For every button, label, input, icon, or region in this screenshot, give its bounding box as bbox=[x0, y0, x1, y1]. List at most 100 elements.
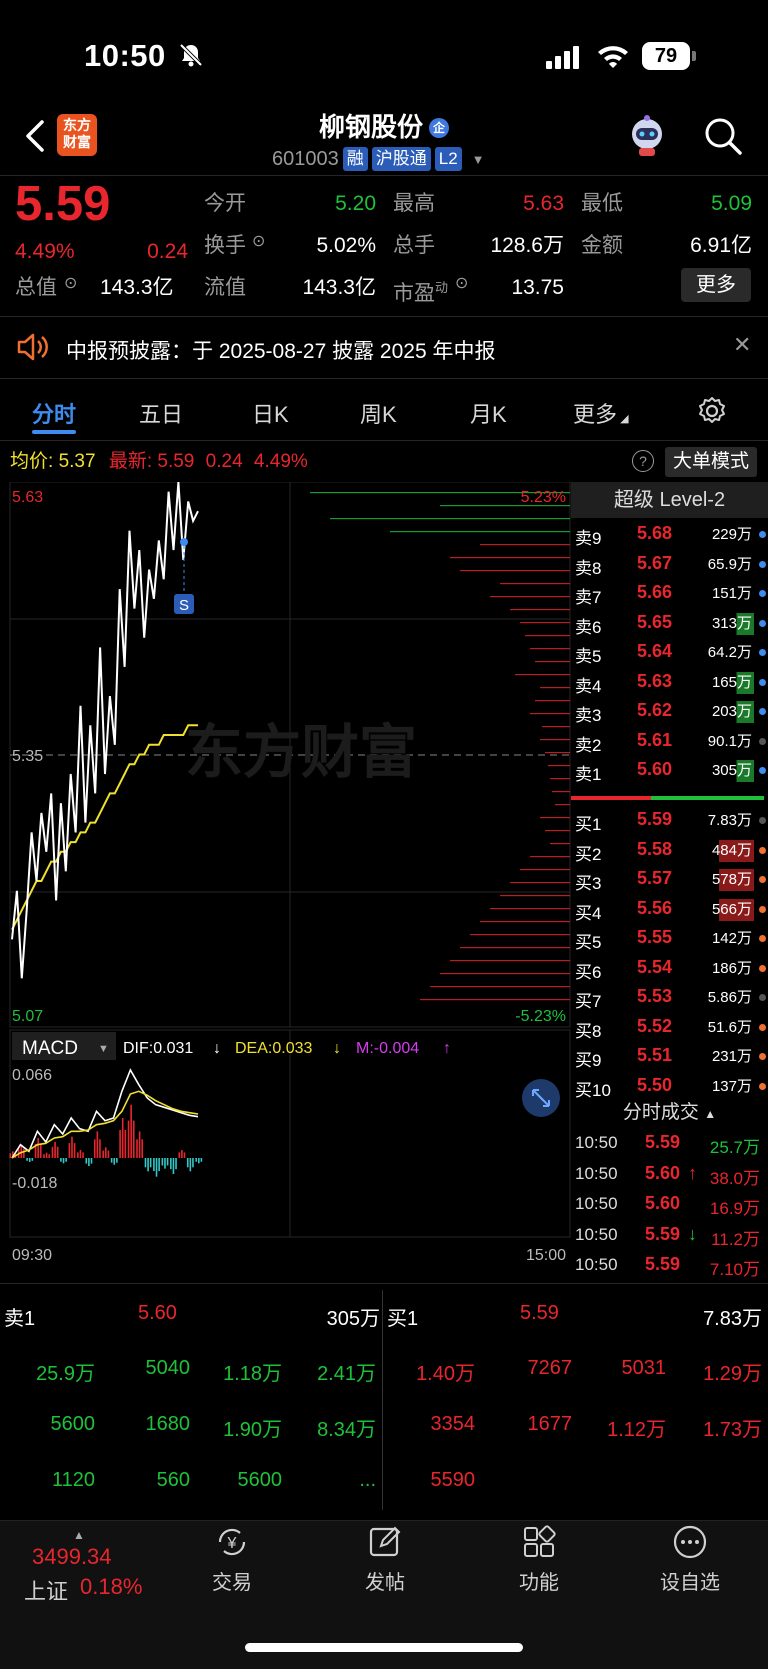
ask-row[interactable]: 卖7 5.66 151万 bbox=[571, 579, 768, 608]
ask-row[interactable]: 卖2 5.61 90.1万 bbox=[571, 727, 768, 756]
pe-label: 市盈 bbox=[393, 282, 435, 305]
pct-top-label: 5.23% bbox=[521, 489, 566, 506]
time-end-label: 15:00 bbox=[526, 1247, 566, 1262]
macd-dif: DIF:0.031 bbox=[123, 1040, 193, 1057]
index-value[interactable]: 3499.34 bbox=[32, 1544, 112, 1570]
notice-text: 中报预披露：于 2025-08-27 披露 2025 年中报 bbox=[66, 340, 496, 363]
level-volume: 186万 bbox=[711, 959, 752, 977]
depth-bar bbox=[490, 596, 570, 598]
depth-bar bbox=[555, 804, 570, 806]
bid-row[interactable]: 买5 5.55 142万 bbox=[571, 924, 768, 953]
volume-label: 总手 bbox=[393, 234, 435, 257]
close-icon[interactable]: ✕ bbox=[733, 332, 751, 358]
tab-monthly-k[interactable]: 月K bbox=[470, 397, 507, 429]
queue-sell-item: 560 bbox=[156, 1469, 190, 1491]
margin-tag: 融 bbox=[342, 147, 368, 171]
macd-bar bbox=[77, 1152, 79, 1158]
level-volume: 231万 bbox=[711, 1048, 752, 1065]
macd-bar bbox=[121, 1118, 124, 1158]
trades-title-label: 分时成交 bbox=[622, 1102, 699, 1123]
info-circle-icon[interactable]: ⊙ bbox=[64, 273, 77, 293]
level-volume: 305万 bbox=[709, 760, 754, 782]
level-volume: 7.83万 bbox=[707, 812, 752, 829]
queue-buy-item: 5031 bbox=[621, 1357, 667, 1379]
trade-marker bbox=[180, 538, 188, 546]
level-dot bbox=[759, 678, 766, 686]
level-label: 买6 bbox=[575, 962, 602, 982]
info-circle-icon[interactable]: ⊙ bbox=[252, 231, 265, 251]
help-icon[interactable]: ? bbox=[632, 450, 654, 472]
tab-daily-k[interactable]: 日K bbox=[252, 397, 289, 429]
level-volume: 313万 bbox=[709, 612, 754, 635]
bid-row[interactable]: 买8 5.52 51.6万 bbox=[571, 1013, 768, 1042]
depth-bar bbox=[542, 726, 570, 728]
more-button[interactable]: 更多 bbox=[681, 268, 751, 302]
nav-post[interactable]: 发帖 bbox=[325, 1524, 445, 1595]
tab-five-day[interactable]: 五日 bbox=[139, 397, 183, 429]
macd-bar bbox=[28, 1158, 31, 1162]
search-icon[interactable] bbox=[703, 116, 743, 156]
notice-bar[interactable]: 中报预披露：于 2025-08-27 披露 2025 年中报 ✕ bbox=[0, 318, 768, 376]
queue-sell-label: 卖1 bbox=[4, 1308, 36, 1330]
level-volume: 484万 bbox=[709, 839, 754, 862]
bid-row[interactable]: 买9 5.51 231万 bbox=[571, 1042, 768, 1071]
nav-post-label: 发帖 bbox=[365, 1572, 405, 1594]
robot-assistant-icon[interactable] bbox=[625, 114, 669, 158]
index-pct[interactable]: 0.18% bbox=[80, 1574, 142, 1600]
stock-code-row[interactable]: 601003 融 沪股通 L2 ▼ bbox=[272, 146, 485, 172]
bid-row[interactable]: 买7 5.53 5.86万 bbox=[571, 983, 768, 1012]
bid-row[interactable]: 买6 5.54 186万 bbox=[571, 954, 768, 983]
bid-row[interactable]: 买2 5.58 484万 bbox=[571, 836, 768, 865]
macd-bar bbox=[175, 1158, 177, 1170]
ask-row[interactable]: 卖8 5.67 65.9万 bbox=[571, 550, 768, 579]
level2-title[interactable]: 超级 Level-2 bbox=[571, 482, 768, 518]
level-price: 5.59 bbox=[637, 809, 673, 829]
bid-row[interactable]: 买3 5.57 578万 bbox=[571, 865, 768, 894]
trade-volume: 11.2万 bbox=[711, 1229, 760, 1249]
macd-bar bbox=[113, 1158, 116, 1165]
trade-icon: ¥ bbox=[218, 1528, 246, 1556]
ask-row[interactable]: 卖1 5.60 305万 bbox=[571, 756, 768, 785]
macd-m: M:-0.004 bbox=[356, 1040, 419, 1057]
tab-intraday[interactable]: 分时 bbox=[32, 397, 76, 429]
trades-title[interactable]: 分时成交 ▲ bbox=[571, 1097, 768, 1127]
macd-bar bbox=[183, 1152, 186, 1158]
ask-row[interactable]: 卖5 5.64 64.2万 bbox=[571, 638, 768, 667]
nav-watchlist[interactable]: 设自选 bbox=[630, 1524, 750, 1595]
queue-buy-item: 5590 bbox=[430, 1469, 476, 1491]
info-circle-icon[interactable]: ⊙ bbox=[455, 273, 468, 293]
gear-icon[interactable] bbox=[697, 396, 727, 426]
tab-weekly-k[interactable]: 周K bbox=[360, 397, 397, 429]
ask-row[interactable]: 卖3 5.62 203万 bbox=[571, 697, 768, 726]
nav-trade[interactable]: ¥ 交易 bbox=[172, 1524, 292, 1595]
level-volume: 142万 bbox=[711, 930, 752, 947]
level-dot bbox=[759, 708, 766, 715]
ask-row[interactable]: 卖9 5.68 229万 bbox=[571, 520, 768, 549]
level-volume: 51.6万 bbox=[707, 1018, 752, 1036]
big-order-mode-button[interactable]: 大单模式 bbox=[665, 447, 757, 477]
level-price: 5.63 bbox=[637, 670, 673, 691]
amount-label: 金额 bbox=[581, 234, 623, 257]
depth-bar bbox=[510, 609, 570, 611]
depth-bar bbox=[390, 531, 570, 533]
home-indicator[interactable] bbox=[245, 1643, 523, 1652]
queue-buy-item: 1.73万 bbox=[703, 1419, 762, 1441]
bid-ask-ratio-green bbox=[651, 796, 764, 800]
nav-functions[interactable]: 功能 bbox=[479, 1524, 599, 1595]
bid-row[interactable]: 买1 5.59 7.83万 bbox=[571, 806, 768, 835]
level-price: 5.65 bbox=[637, 611, 673, 632]
bid-row[interactable]: 买4 5.56 566万 bbox=[571, 895, 768, 924]
index-name[interactable]: 上证 bbox=[24, 1574, 68, 1606]
level-price: 5.66 bbox=[637, 582, 673, 602]
macd-bar bbox=[99, 1139, 101, 1158]
ask-row[interactable]: 卖6 5.65 313万 bbox=[571, 609, 768, 638]
trade-volume: 38.0万 bbox=[709, 1168, 760, 1188]
intraday-chart[interactable]: 东方财富 S 5.63 5.35 5.07 5.23% -5.23% MACD … bbox=[0, 482, 571, 1262]
trade-time: 10:50 bbox=[575, 1194, 618, 1213]
ask-row[interactable]: 卖4 5.63 165万 bbox=[571, 668, 768, 697]
depth-bar bbox=[550, 778, 570, 780]
sell-signal-label: S bbox=[179, 597, 189, 614]
depth-bar bbox=[520, 622, 570, 624]
tab-more[interactable]: 更多 ◢ bbox=[573, 397, 629, 429]
trade-volume: 16.9万 bbox=[709, 1199, 760, 1218]
